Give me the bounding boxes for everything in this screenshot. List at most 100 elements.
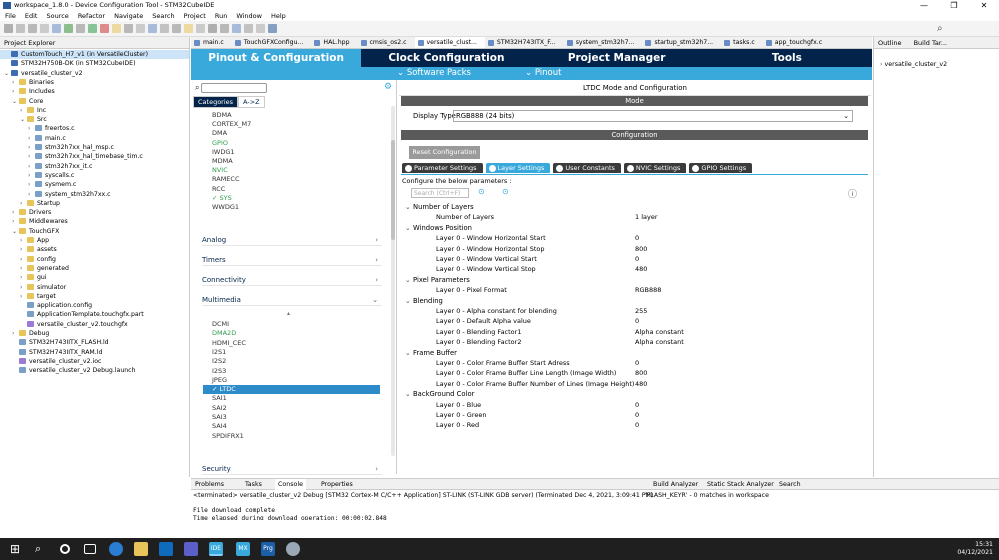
category-scrollbar[interactable] xyxy=(391,140,395,240)
category-item[interactable]: SAI4 xyxy=(212,422,227,431)
tree-item[interactable]: ⌄ Core xyxy=(12,97,43,106)
category-item[interactable]: ✓ SYS xyxy=(212,194,232,203)
expand-toggle-icon[interactable]: › xyxy=(12,329,19,338)
param-value[interactable]: 480 xyxy=(635,264,647,274)
expand-toggle-icon[interactable]: › xyxy=(28,180,35,189)
tab-gpio-settings[interactable]: GPIO Settings xyxy=(689,163,753,173)
tree-item[interactable]: › main.c xyxy=(28,134,66,143)
tab-a-z[interactable]: A->Z xyxy=(238,96,265,108)
display-type-select[interactable]: RGB888 (24 bits) ⌄ xyxy=(453,110,853,122)
param-value[interactable]: 0 xyxy=(635,316,639,326)
tree-item[interactable]: versatile_cluster_v2.touchgfx xyxy=(20,320,128,329)
editor-tab[interactable]: tasks.c xyxy=(721,37,763,48)
param-group[interactable]: Number of Layers xyxy=(405,202,474,212)
editor-tab[interactable]: HAL.hpp xyxy=(311,37,357,48)
touchgfx-icon[interactable] xyxy=(286,542,300,556)
category-item[interactable]: SPDIFRX1 xyxy=(212,432,244,441)
tab-user-constants[interactable]: User Constants xyxy=(553,163,621,173)
toolbar-icon[interactable] xyxy=(184,24,193,33)
tree-item[interactable]: › Inc xyxy=(20,106,46,115)
toolbar-icon[interactable] xyxy=(160,24,169,33)
stm32cubeprogrammer-icon[interactable]: Prg xyxy=(261,542,275,556)
gear-icon[interactable]: ⚙ xyxy=(384,82,392,92)
tree-item[interactable]: › system_stm32h7xx.c xyxy=(28,190,111,199)
param-value[interactable]: 800 xyxy=(635,368,647,378)
tree-item[interactable]: › Includes xyxy=(12,87,55,96)
expand-toggle-icon[interactable]: › xyxy=(28,162,35,171)
expand-toggle-icon[interactable]: › xyxy=(28,124,35,133)
category-item[interactable]: RCC xyxy=(212,185,225,194)
tree-item[interactable]: › stm32h7xx_hal_timebase_tim.c xyxy=(28,152,143,161)
tree-item[interactable]: › syscalls.c xyxy=(28,171,74,180)
tree-item[interactable]: › generated xyxy=(20,264,69,273)
toolbar-icon[interactable] xyxy=(52,24,61,33)
tree-item[interactable]: › stm32h7xx_hal_msp.c xyxy=(28,143,114,152)
menu-navigate[interactable]: Navigate xyxy=(114,11,143,21)
toolbar-icon[interactable] xyxy=(232,24,241,33)
tree-item[interactable]: › target xyxy=(20,292,56,301)
tree-item[interactable]: › assets xyxy=(20,245,57,254)
param-group[interactable]: Blending xyxy=(405,296,443,306)
search-prev-icon[interactable]: ⊙ xyxy=(478,187,485,196)
expand-toggle-icon[interactable]: › xyxy=(28,152,35,161)
expand-toggle-icon[interactable]: ⌄ xyxy=(20,115,27,124)
toolbar-icon[interactable] xyxy=(208,24,217,33)
toolbar-icon[interactable] xyxy=(88,24,97,33)
expand-toggle-icon[interactable]: › xyxy=(28,190,35,199)
category-item[interactable]: HDMI_CEC xyxy=(212,339,246,348)
clock[interactable]: 15:31 04/12/2021 xyxy=(957,541,993,557)
expand-toggle-icon[interactable]: › xyxy=(20,245,27,254)
param-value[interactable]: RGB888 xyxy=(635,285,661,295)
category-item[interactable]: WWDG1 xyxy=(212,203,239,212)
teams-icon[interactable] xyxy=(184,542,198,556)
category-item[interactable]: IWDG1 xyxy=(212,148,235,157)
expand-toggle-icon[interactable]: › xyxy=(28,134,35,143)
toolbar-icon[interactable] xyxy=(256,24,265,33)
param-value[interactable]: 0 xyxy=(635,254,639,264)
tree-item[interactable]: › simulator xyxy=(20,283,66,292)
category-item-ltdc-selected[interactable]: ✓ LTDC xyxy=(203,385,380,395)
tab-categories[interactable]: Categories xyxy=(193,96,239,108)
toolbar-icon[interactable] xyxy=(124,24,133,33)
tab-tools[interactable]: Tools xyxy=(702,49,872,67)
toolbar-icon[interactable] xyxy=(40,24,49,33)
tree-item[interactable]: application.config xyxy=(20,301,92,310)
editor-tab[interactable]: app_touchgfx.c xyxy=(763,37,830,48)
tree-item[interactable]: › Startup xyxy=(20,199,60,208)
menu-refactor[interactable]: Refactor xyxy=(78,11,105,21)
category-item[interactable]: BDMA xyxy=(212,111,232,120)
param-value[interactable]: 0 xyxy=(635,410,639,420)
tree-item[interactable]: ApplicationTemplate.touchgfx.part xyxy=(20,310,144,319)
param-value[interactable]: 800 xyxy=(635,244,647,254)
toolbar-icon[interactable] xyxy=(148,24,157,33)
category-item[interactable]: I2S2 xyxy=(212,357,226,366)
toolbar-icon[interactable] xyxy=(64,24,73,33)
toolbar-icon[interactable] xyxy=(220,24,229,33)
editor-tab[interactable]: STM32H743ITX_F... xyxy=(485,37,564,48)
toolbar-icon[interactable] xyxy=(112,24,121,33)
category-item[interactable]: SAI2 xyxy=(212,404,227,413)
outline-item[interactable]: › versatile_cluster_v2 xyxy=(880,61,947,68)
software-packs-menu[interactable]: ⌄ Software Packs xyxy=(397,67,471,80)
expand-toggle-icon[interactable]: › xyxy=(20,255,27,264)
toolbar-icon[interactable] xyxy=(244,24,253,33)
menu-source[interactable]: Source xyxy=(46,11,68,21)
category-item[interactable]: DCMI xyxy=(212,320,229,329)
tab-outline[interactable]: Outline xyxy=(878,39,902,47)
param-group[interactable]: Pixel Parameters xyxy=(405,275,470,285)
toolbar-icon[interactable] xyxy=(4,24,13,33)
toolbar-icon[interactable] xyxy=(196,24,205,33)
category-group-security[interactable]: Security › xyxy=(202,463,382,475)
tree-item[interactable]: › stm32h7xx_it.c xyxy=(28,162,92,171)
category-group-multimedia[interactable]: Multimedia ⌄ xyxy=(202,294,382,306)
param-value[interactable]: Alpha constant xyxy=(635,337,684,347)
reset-configuration-button[interactable]: Reset Configuration xyxy=(409,146,480,159)
edge-icon[interactable] xyxy=(109,542,123,556)
tree-item[interactable]: › App xyxy=(20,236,49,245)
search-icon[interactable]: ⌕ xyxy=(35,542,49,556)
param-search-input[interactable]: Search (Ctrl+F) xyxy=(411,188,469,198)
toolbar-icon[interactable] xyxy=(76,24,85,33)
param-value[interactable]: 1 layer xyxy=(635,212,658,222)
expand-toggle-icon[interactable]: › xyxy=(20,106,27,115)
tree-item[interactable]: › gui xyxy=(20,273,47,282)
